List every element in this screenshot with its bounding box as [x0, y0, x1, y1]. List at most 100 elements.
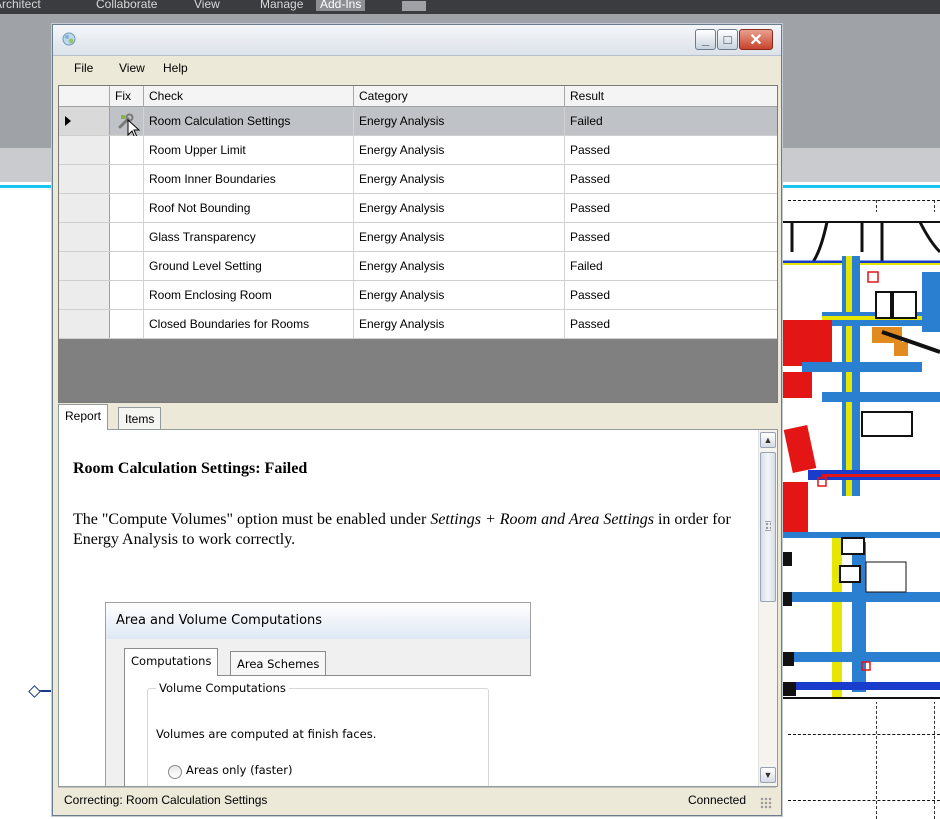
embedded-tab-computations: Computations — [124, 648, 219, 676]
result-cell[interactable]: Passed — [565, 165, 777, 193]
model-checker-window: _ □ ✕ File View Help Fix Check Category … — [52, 24, 782, 816]
report-text-start: The "Compute Volumes" option must be ena… — [73, 511, 431, 528]
scroll-thumb[interactable] — [760, 452, 776, 602]
grid-line — [788, 200, 940, 201]
row-selector[interactable] — [59, 136, 110, 164]
fix-cell[interactable] — [110, 310, 144, 338]
menu-view[interactable]: View — [119, 61, 145, 75]
table-row[interactable]: Ground Level Setting Energy Analysis Fai… — [59, 252, 777, 281]
connection-status: Connected — [687, 793, 746, 807]
floor-plan-drawing[interactable] — [782, 212, 940, 702]
category-cell[interactable]: Energy Analysis — [354, 136, 565, 164]
table-row[interactable]: Room Enclosing Room Energy Analysis Pass… — [59, 281, 777, 310]
category-cell[interactable]: Energy Analysis — [354, 107, 565, 135]
report-description: The "Compute Volumes" option must be ena… — [73, 510, 743, 550]
ribbon-tab-architect[interactable]: Architect — [0, 0, 41, 11]
check-cell[interactable]: Closed Boundaries for Rooms — [144, 310, 354, 338]
scroll-down-button[interactable]: ▼ — [760, 767, 776, 783]
category-cell[interactable]: Energy Analysis — [354, 310, 565, 338]
table-row[interactable]: Glass Transparency Energy Analysis Passe… — [59, 223, 777, 252]
result-cell[interactable]: Passed — [565, 136, 777, 164]
fix-cell[interactable] — [110, 252, 144, 280]
status-bar: Correcting: Room Calculation Settings Co… — [58, 787, 776, 812]
result-cell[interactable]: Failed — [565, 107, 777, 135]
maximize-icon: □ — [723, 32, 732, 47]
fix-cell[interactable] — [110, 136, 144, 164]
scroll-up-button[interactable]: ▲ — [760, 432, 776, 448]
fix-cell[interactable] — [110, 165, 144, 193]
ribbon-tab-collaborate[interactable]: Collaborate — [96, 0, 157, 11]
embedded-screenshot: Area and Volume Computations Computation… — [105, 602, 531, 786]
radio-areas-only — [168, 765, 182, 779]
resize-grip-icon[interactable] — [760, 797, 772, 809]
check-cell[interactable]: Room Upper Limit — [144, 136, 354, 164]
checks-grid: Fix Check Category Result Room Calculati… — [58, 85, 778, 403]
close-icon: ✕ — [749, 31, 763, 49]
menu-file[interactable]: File — [74, 61, 93, 75]
report-scrollbar[interactable]: ▲ ▼ — [758, 430, 777, 786]
ribbon-tab-addins[interactable]: Add-Ins — [316, 0, 366, 11]
column-header-check[interactable]: Check — [144, 86, 354, 106]
check-cell[interactable]: Ground Level Setting — [144, 252, 354, 280]
app-icon — [62, 32, 76, 46]
group-label: Volume Computations — [156, 681, 289, 695]
settings-path: Settings + Room and Area Settings — [430, 511, 654, 528]
table-row[interactable]: Roof Not Bounding Energy Analysis Passed — [59, 194, 777, 223]
table-row[interactable]: Room Inner Boundaries Energy Analysis Pa… — [59, 165, 777, 194]
embedded-title: Area and Volume Computations — [116, 613, 323, 628]
column-header-fix[interactable]: Fix — [110, 86, 144, 106]
row-selector[interactable] — [59, 252, 110, 280]
maximize-button[interactable]: □ — [717, 29, 738, 50]
thumb-grip-icon — [765, 521, 771, 531]
embedded-tab-area-schemes: Area Schemes — [230, 651, 327, 675]
embedded-panel: Volume Computations Volumes are computed… — [124, 675, 531, 786]
current-row-arrow-icon — [65, 116, 71, 126]
check-cell[interactable]: Glass Transparency — [144, 223, 354, 251]
category-cell[interactable]: Energy Analysis — [354, 194, 565, 222]
result-cell[interactable]: Passed — [565, 281, 777, 309]
table-row[interactable]: Room Upper Limit Energy Analysis Passed — [59, 136, 777, 165]
category-cell[interactable]: Energy Analysis — [354, 281, 565, 309]
tab-items[interactable]: Items — [118, 407, 162, 429]
row-selector[interactable] — [59, 165, 110, 193]
row-selector[interactable] — [59, 310, 110, 338]
row-selector[interactable] — [59, 223, 110, 251]
result-cell[interactable]: Failed — [565, 252, 777, 280]
category-cell[interactable]: Energy Analysis — [354, 223, 565, 251]
table-row[interactable]: Room Calculation Settings Energy Analysi… — [59, 107, 777, 139]
fix-cell[interactable] — [110, 281, 144, 309]
category-cell[interactable]: Energy Analysis — [354, 252, 565, 280]
check-cell[interactable]: Roof Not Bounding — [144, 194, 354, 222]
row-selector[interactable] — [59, 107, 110, 135]
check-cell[interactable]: Room Calculation Settings — [144, 107, 354, 135]
table-row[interactable]: Closed Boundaries for Rooms Energy Analy… — [59, 310, 777, 339]
result-cell[interactable]: Passed — [565, 223, 777, 251]
report-pane: Room Calculation Settings: Failed The "C… — [58, 429, 778, 787]
menu-bar: File View Help — [53, 56, 781, 82]
volume-computations-group: Volume Computations Volumes are computed… — [147, 681, 489, 786]
minimize-button[interactable]: _ — [695, 29, 716, 50]
tab-report[interactable]: Report — [58, 404, 109, 430]
row-selector[interactable] — [59, 194, 110, 222]
row-selector[interactable] — [59, 281, 110, 309]
row-header-column — [59, 86, 110, 106]
column-header-result[interactable]: Result — [565, 86, 777, 106]
check-cell[interactable]: Room Enclosing Room — [144, 281, 354, 309]
ribbon-tab-view[interactable]: View — [194, 0, 220, 11]
grid-header: Fix Check Category Result — [59, 86, 777, 107]
grid-line — [788, 734, 940, 735]
fix-cell[interactable] — [110, 223, 144, 251]
menu-help[interactable]: Help — [163, 61, 188, 75]
ribbon-dropdown[interactable] — [402, 1, 426, 11]
ribbon-tab-manage[interactable]: Manage — [260, 0, 303, 11]
result-cell[interactable]: Passed — [565, 310, 777, 338]
column-header-category[interactable]: Category — [354, 86, 565, 106]
check-cell[interactable]: Room Inner Boundaries — [144, 165, 354, 193]
fix-cell[interactable] — [110, 194, 144, 222]
app-ribbon: Architect Collaborate View Manage Add-In… — [0, 0, 940, 14]
category-cell[interactable]: Energy Analysis — [354, 165, 565, 193]
result-cell[interactable]: Passed — [565, 194, 777, 222]
title-bar[interactable]: _ □ ✕ — [53, 25, 781, 56]
report-heading: Room Calculation Settings: Failed — [73, 460, 308, 477]
close-button[interactable]: ✕ — [739, 29, 773, 50]
